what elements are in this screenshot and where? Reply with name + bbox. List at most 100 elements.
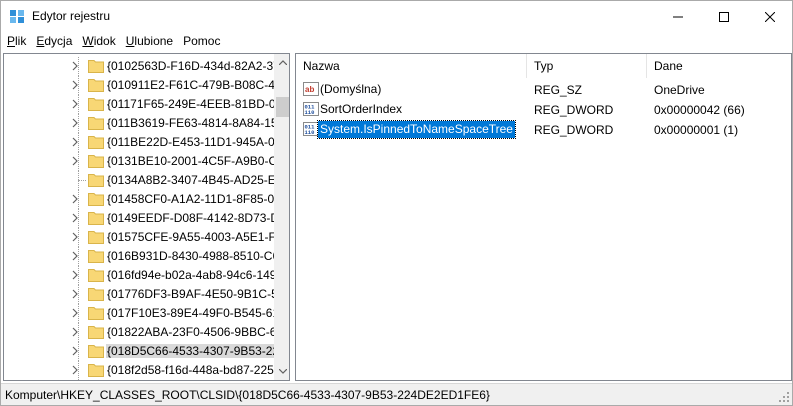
folder-icon <box>88 60 104 73</box>
tree-item[interactable]: {011B3619-FE63-4814-8A84-15A <box>4 114 274 133</box>
tree-item[interactable]: {01171F65-249E-4EEB-81BD-03E <box>4 95 274 114</box>
chevron-right-icon[interactable] <box>70 365 80 375</box>
tree-item[interactable]: {018D5C66-4533-4307-9B53-224D <box>4 342 274 361</box>
folder-icon <box>88 307 104 320</box>
tree-item-label: {018f2d58-f16d-448a-bd87-225c <box>107 363 274 377</box>
folder-icon <box>88 345 104 358</box>
chevron-right-icon[interactable] <box>70 118 80 128</box>
svg-text:ab: ab <box>305 85 314 94</box>
value-type: REG_DWORD <box>534 123 614 137</box>
scroll-thumb[interactable] <box>276 97 289 117</box>
tree-item[interactable]: {011BE22D-E453-11D1-945A-00C <box>4 133 274 152</box>
folder-icon <box>88 364 104 377</box>
menu-bar: Plik Edycja Widok Ulubione Pomoc <box>1 32 792 52</box>
value-name: SortOrderIndex <box>320 102 403 116</box>
tree-item[interactable]: {01458CF0-A1A2-11D1-8F85-006 <box>4 190 274 209</box>
chevron-right-icon[interactable] <box>70 270 80 280</box>
chevron-right-icon[interactable] <box>70 61 80 71</box>
value-type: REG_DWORD <box>534 103 614 117</box>
tree-item[interactable]: {017F10E3-89E4-49F0-B545-618D <box>4 304 274 323</box>
status-bar: Komputer\HKEY_CLASSES_ROOT\CLSID\{018D5C… <box>1 383 792 405</box>
chevron-right-icon[interactable] <box>70 213 80 223</box>
tree-item[interactable]: {016B931D-8430-4988-8510-C69 <box>4 247 274 266</box>
value-row[interactable]: 011 110 System.IsPinnedToNameSpaceTree REG_… <box>296 120 791 139</box>
column-header-name[interactable]: Nazwa <box>296 54 527 78</box>
registry-editor-window: Edytor rejestru Plik Edycja Widok Ulubio… <box>0 0 793 406</box>
tree-scrollbar[interactable] <box>274 54 289 380</box>
tree-item[interactable]: {016fd94e-b02a-4ab8-94c6-149f <box>4 266 274 285</box>
values-list-pane[interactable]: Nazwa Typ Dane ab (Domyślna) REG_SZ OneDriv… <box>295 53 792 381</box>
folder-icon <box>88 269 104 282</box>
tree-item[interactable]: {0131BE10-2001-4C5F-A9B0-CC8 <box>4 152 274 171</box>
value-data: 0x00000042 (66) <box>654 103 745 117</box>
tree-item-label: {018D5C66-4533-4307-9B53-224D <box>106 344 274 358</box>
minimize-icon <box>673 16 683 17</box>
value-type: REG_SZ <box>534 83 583 97</box>
menu-pomoc[interactable]: Pomoc <box>177 32 224 52</box>
window-title: Edytor rejestru <box>32 9 111 23</box>
value-name: (Domyślna) <box>320 82 382 96</box>
folder-icon <box>88 117 104 130</box>
svg-text:110: 110 <box>305 129 315 136</box>
chevron-right-icon[interactable] <box>70 194 80 204</box>
column-header-type[interactable]: Typ <box>527 54 647 78</box>
tree-guide-branch <box>78 180 86 181</box>
chevron-right-icon[interactable] <box>70 327 80 337</box>
scroll-down-button[interactable] <box>274 363 289 380</box>
chevron-right-icon[interactable] <box>70 251 80 261</box>
tree-item[interactable]: {010911E2-F61C-479B-B08C-43E <box>4 76 274 95</box>
menu-ulubione[interactable]: Ulubione <box>120 32 177 52</box>
folder-icon <box>88 155 104 168</box>
chevron-right-icon[interactable] <box>70 156 80 166</box>
dword-value-icon: 011110 <box>303 122 319 136</box>
tree-item[interactable]: {018f2d58-f16d-448a-bd87-225c <box>4 361 274 380</box>
tree-item-label: {01822ABA-23F0-4506-9BBC-680 <box>107 325 274 339</box>
menu-widok[interactable]: Widok <box>76 32 119 52</box>
tree-item[interactable]: {01822ABA-23F0-4506-9BBC-680 <box>4 323 274 342</box>
tree-item-label: {0102563D-F16D-434d-82A2-379 <box>107 59 274 73</box>
menu-edycja[interactable]: Edycja <box>30 32 76 52</box>
chevron-right-icon[interactable] <box>70 308 80 318</box>
folder-icon <box>88 79 104 92</box>
string-value-icon: ab <box>303 82 319 96</box>
chevron-right-icon[interactable] <box>70 346 80 356</box>
tree-item-label: {01776DF3-B9AF-4E50-9B1C-56E <box>107 287 274 301</box>
chevron-right-icon[interactable] <box>70 232 80 242</box>
tree-item-label: {011B3619-FE63-4814-8A84-15A <box>107 116 274 130</box>
tree-item-label: {017F10E3-89E4-49F0-B545-618D <box>107 306 274 320</box>
tree-item[interactable]: {0102563D-F16D-434d-82A2-379 <box>4 57 274 76</box>
tree-item[interactable]: {01776DF3-B9AF-4E50-9B1C-56E <box>4 285 274 304</box>
chevron-right-icon[interactable] <box>70 137 80 147</box>
chevron-down-icon <box>278 369 287 374</box>
key-tree-pane[interactable]: {0102563D-F16D-434d-82A2-379 {010911E2-F6… <box>3 53 290 381</box>
value-row[interactable]: 011 110 SortOrderIndex REG_DWORD 0x00000042 … <box>296 100 791 119</box>
chevron-right-icon[interactable] <box>70 80 80 90</box>
folder-icon <box>88 193 104 206</box>
tree-item-label: {01171F65-249E-4EEB-81BD-03E <box>107 97 274 111</box>
maximize-icon <box>719 11 729 22</box>
folder-icon <box>88 212 104 225</box>
title-bar[interactable]: Edytor rejestru <box>1 1 792 32</box>
tree-item[interactable]: {01575CFE-9A55-4003-A5E1-F38 <box>4 228 274 247</box>
resize-grip-icon[interactable] <box>778 391 790 403</box>
values-list-header: Nazwa Typ Dane <box>296 54 791 78</box>
minimize-button[interactable] <box>655 1 701 32</box>
value-row[interactable]: ab (Domyślna) REG_SZ OneDrive <box>296 80 791 99</box>
tree-item[interactable]: {0134A8B2-3407-4B45-AD25-E9F <box>4 171 274 190</box>
dword-value-icon: 011110 <box>303 102 319 116</box>
folder-icon <box>88 136 104 149</box>
close-icon <box>765 11 775 22</box>
chevron-right-icon[interactable] <box>70 289 80 299</box>
chevron-right-icon[interactable] <box>70 99 80 109</box>
column-header-data[interactable]: Dane <box>647 54 791 78</box>
menu-plik[interactable]: Plik <box>1 32 30 52</box>
status-path: Komputer\HKEY_CLASSES_ROOT\CLSID\{018D5C… <box>5 388 490 402</box>
close-button[interactable] <box>747 1 793 32</box>
folder-icon <box>88 326 104 339</box>
value-data: OneDrive <box>654 83 705 97</box>
tree-item-label: {01458CF0-A1A2-11D1-8F85-006 <box>107 192 274 206</box>
folder-icon <box>88 288 104 301</box>
maximize-button[interactable] <box>701 1 747 32</box>
tree-item[interactable]: {0149EEDF-D08F-4142-8D73-D23 <box>4 209 274 228</box>
scroll-up-button[interactable] <box>274 54 289 71</box>
